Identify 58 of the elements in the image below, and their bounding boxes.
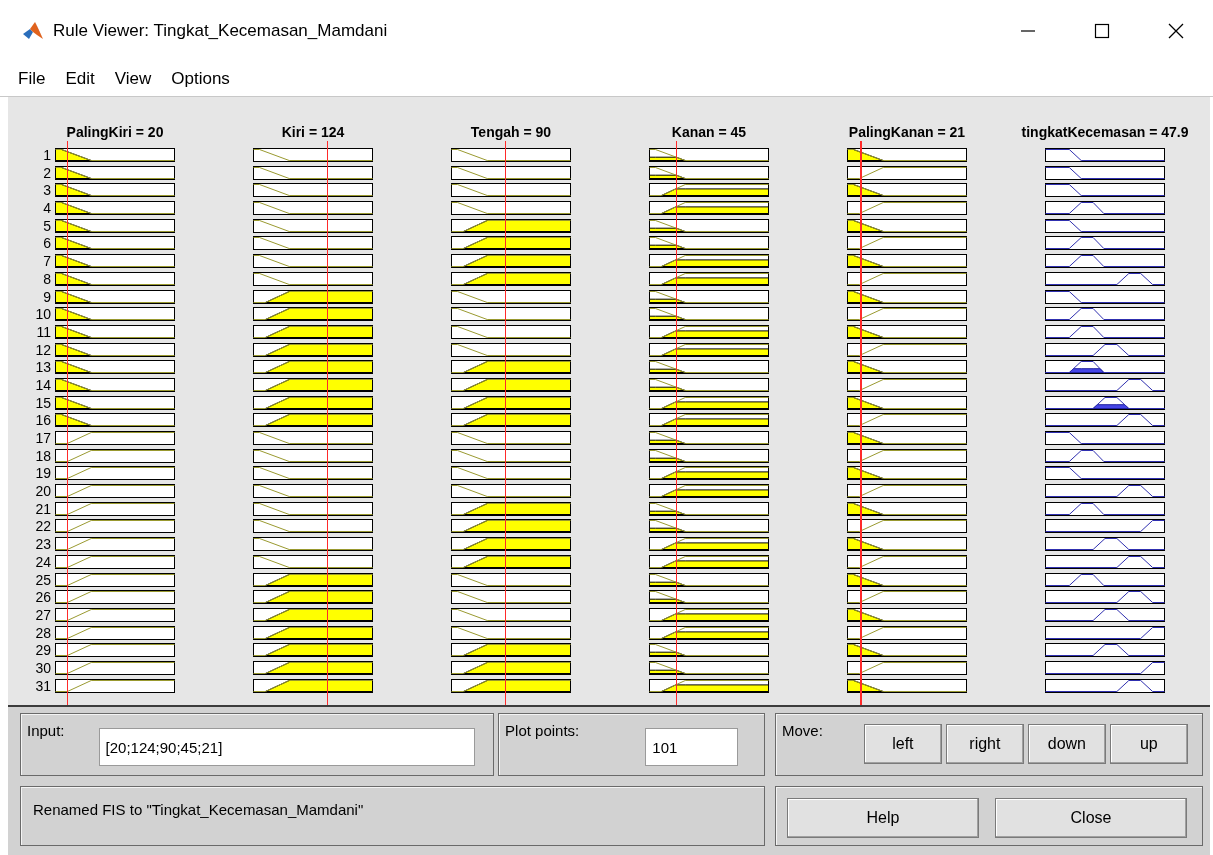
- move-button[interactable]: down: [1027, 724, 1106, 764]
- rule-number: 7: [43, 254, 51, 272]
- rule-number: 9: [43, 289, 51, 307]
- rule-number: 12: [35, 342, 51, 360]
- dialog-button[interactable]: Close: [995, 798, 1187, 838]
- rule-number: 17: [35, 431, 51, 448]
- rule-number: 18: [35, 448, 51, 466]
- rule-number: 30: [35, 660, 51, 678]
- status-message: Renamed FIS to "Tingkat_Kecemasan_Mamdani": [32, 800, 364, 818]
- menu-item[interactable]: View: [114, 69, 152, 89]
- rule-number: 10: [35, 307, 51, 325]
- rule-number: 4: [43, 201, 51, 219]
- rule-number: 26: [35, 590, 51, 608]
- rule-number: 15: [35, 395, 51, 413]
- rule-number: 2: [43, 165, 51, 183]
- rule-number: 23: [35, 537, 51, 555]
- plot-points-label: Plot points:: [504, 721, 580, 739]
- rule-number: 21: [35, 501, 51, 519]
- rule-number: 8: [43, 271, 51, 289]
- rule-number: 25: [35, 572, 51, 590]
- variable-title: PalingKanan = 21: [848, 124, 966, 140]
- window-title: Rule Viewer: Tingkat_Kecemasan_Mamdani: [53, 21, 388, 41]
- rule-number: 11: [36, 324, 51, 342]
- rule-number: 24: [35, 554, 51, 572]
- rule-number: 5: [43, 218, 51, 236]
- app-icon: [22, 21, 44, 41]
- menu-item[interactable]: File: [18, 69, 46, 89]
- move-label: Move:: [781, 721, 823, 739]
- move-button[interactable]: right: [945, 724, 1024, 764]
- variable-title: tingkatKecemasan = 47.9: [1021, 124, 1189, 140]
- rule-number: 22: [35, 519, 51, 537]
- rule-number: 29: [35, 643, 51, 661]
- rule-number: 6: [43, 236, 51, 254]
- variable-title: Kiri = 124: [281, 124, 345, 140]
- variable-title: Tengah = 90: [470, 124, 552, 140]
- rule-number: 31: [35, 678, 51, 696]
- rule-number: 13: [35, 360, 51, 378]
- rule-number: 14: [35, 377, 51, 395]
- plot-points-field[interactable]: 101: [645, 728, 739, 766]
- rule-number: 19: [35, 466, 51, 484]
- menu-item[interactable]: Edit: [65, 69, 95, 89]
- input-label: Input:: [26, 721, 65, 739]
- rule-number: 27: [35, 607, 51, 625]
- maximize-icon: [1094, 23, 1110, 39]
- move-button[interactable]: left: [863, 724, 942, 764]
- rule-number: 3: [43, 183, 51, 201]
- variable-title: Kanan = 45: [671, 124, 747, 140]
- rule-number: 1: [43, 148, 51, 165]
- close-icon: [1168, 23, 1184, 39]
- minimize-icon: [1020, 30, 1036, 32]
- dialog-button[interactable]: Help: [787, 798, 979, 838]
- menu-item[interactable]: Options: [171, 69, 230, 89]
- variable-title: PalingKiri = 20: [66, 124, 164, 140]
- move-button[interactable]: up: [1109, 724, 1188, 764]
- input-field[interactable]: [20;124;90;45;21]: [98, 728, 475, 766]
- rule-number: 16: [35, 413, 51, 431]
- rule-number: 20: [35, 484, 51, 502]
- rule-number: 28: [35, 625, 51, 643]
